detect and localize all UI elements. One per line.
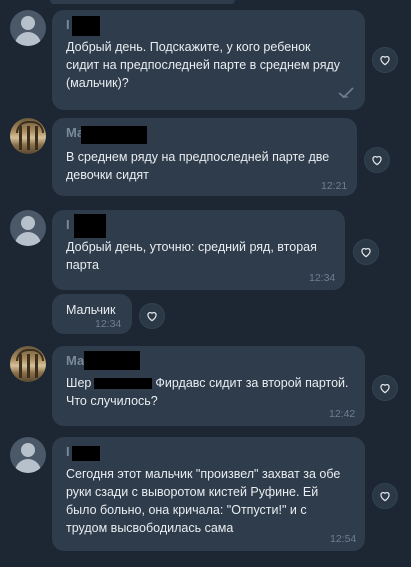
redaction-block — [72, 16, 100, 36]
avatar[interactable] — [10, 10, 46, 46]
message-text: В среднем ряду на предпоследней парте дв… — [66, 150, 330, 182]
message-bubble[interactable]: Ма Шер Фирдавс сидит за второй партой. Чт… — [52, 346, 365, 426]
avatar[interactable] — [10, 437, 46, 473]
message-text: Сегодня этот мальчик "произвел" захват з… — [66, 467, 341, 535]
message-bubble[interactable]: I Сегодня этот мальчик "произвел" захват… — [52, 437, 365, 551]
user-silhouette-icon — [21, 16, 35, 30]
sender-name: I — [66, 17, 70, 32]
user-silhouette-icon — [21, 216, 35, 230]
message-time: 12:54 — [330, 533, 357, 545]
message-time: 12:34 — [95, 318, 122, 330]
avatar[interactable] — [10, 210, 46, 246]
heart-icon[interactable] — [365, 148, 389, 172]
sender-name: Ма — [66, 353, 85, 368]
heart-icon[interactable] — [373, 484, 397, 508]
sender-name: I — [66, 217, 70, 232]
redaction-block — [81, 126, 147, 144]
avatar[interactable] — [10, 346, 46, 382]
user-silhouette-icon — [21, 443, 35, 457]
redaction-block — [84, 351, 140, 370]
message-text: Шер Фирдавс сидит за второй партой. Что с… — [66, 376, 349, 408]
redaction-block — [74, 214, 106, 238]
message-bubble[interactable]: Мальчик 12:34 — [52, 294, 132, 334]
sender-name: I — [66, 444, 70, 459]
message-time: 12:21 — [321, 180, 348, 192]
message-bubble[interactable]: I Добрый день, уточню: средний ряд, втор… — [52, 210, 345, 290]
previous-message-edge — [50, 0, 235, 4]
heart-icon[interactable] — [373, 376, 397, 400]
heart-icon[interactable] — [140, 304, 164, 328]
message-bubble[interactable]: I Добрый день. Подскажите, у кого ребено… — [52, 10, 365, 110]
message-time: 12:42 — [329, 408, 356, 420]
avatar[interactable] — [10, 118, 46, 154]
message-bubble[interactable]: Ма В среднем ряду на предпоследней парте… — [52, 118, 357, 196]
heart-icon[interactable] — [354, 240, 378, 264]
message-text: Добрый день, уточню: средний ряд, вторая… — [66, 240, 317, 272]
redaction-block — [94, 378, 153, 390]
message-text: Добрый день. Подскажите, у кого ребенок … — [66, 40, 341, 90]
message-text: Мальчик — [66, 303, 116, 317]
heart-icon[interactable] — [373, 48, 397, 72]
redaction-block — [72, 446, 100, 461]
sent-check-icon — [338, 86, 354, 104]
message-time: 12:34 — [309, 272, 336, 284]
